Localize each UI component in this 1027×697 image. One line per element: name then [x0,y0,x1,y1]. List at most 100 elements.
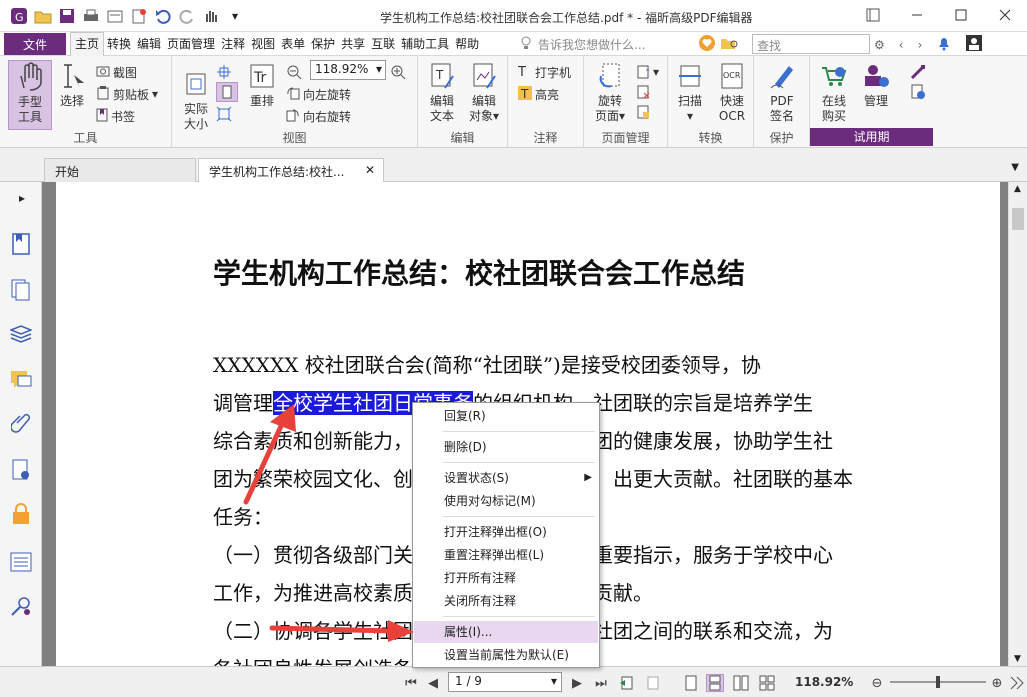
reflow-button[interactable]: Tr 重排 [240,60,284,109]
continuous-facing-view-icon[interactable] [758,674,776,692]
fit-page-icon-button[interactable] [216,62,232,82]
tab-protect[interactable]: 保护 [308,32,338,56]
open-icon[interactable] [32,6,54,26]
fit-width-button[interactable] [216,82,238,102]
next-view-icon[interactable] [644,674,662,692]
page-number-input[interactable]: 1 / 9 ▾ [448,672,562,692]
signatures-panel-icon[interactable] [9,458,33,482]
insert-page-button[interactable]: ▾ [636,62,659,82]
facing-view-icon[interactable] [732,674,750,692]
user-avatar-icon[interactable] [966,35,983,54]
attachments-panel-icon[interactable] [9,412,33,436]
notification-bell-icon[interactable] [936,35,952,54]
zoom-slider[interactable] [890,676,986,688]
quick-ocr-button[interactable]: OCR 快速 OCR [710,60,754,124]
hand-tool-button[interactable]: 手型 工具 [8,60,52,130]
tab-edit[interactable]: 编辑 [134,32,164,56]
menu-reply[interactable]: 回复(R) [414,405,598,427]
bookmark-panel-icon[interactable] [9,232,33,256]
rotate-right-button[interactable]: 向右旋转 [286,106,351,126]
zoom-input[interactable]: 118.92% ▾ [310,60,386,80]
panel-expand-icon[interactable]: ▸ [16,186,28,210]
actual-size-button[interactable]: 实际 大小 [174,68,218,132]
menu-delete[interactable]: 删除(D) [414,436,598,458]
nav-back-icon[interactable]: ‹ [899,38,904,52]
fit-visible-button[interactable] [216,104,232,124]
redo-icon[interactable] [176,6,198,26]
search-folder-icon[interactable] [720,35,740,54]
rotate-page-button[interactable]: 旋转 页面▾ [588,60,632,124]
nav-forward-icon[interactable]: › [918,38,923,52]
content-panel-icon[interactable] [9,550,33,574]
status-zoom-out-icon[interactable]: ⊖ [868,674,886,692]
prev-page-icon[interactable]: ◀ [424,674,442,692]
previous-view-icon[interactable] [618,674,636,692]
zoom-out-button[interactable] [286,62,302,82]
menu-checkmark[interactable]: 使用对勾标记(M) [414,490,598,512]
properties-icon[interactable] [104,6,126,26]
scan-button[interactable]: 扫描 ▾ [668,60,712,124]
hand-quick-icon[interactable] [200,6,222,26]
next-page-icon[interactable]: ▶ [568,674,586,692]
save-icon[interactable] [56,6,78,26]
single-page-view-icon[interactable] [682,674,700,692]
wand-icon-button[interactable] [910,62,926,82]
search-input[interactable]: 查找 [752,34,870,54]
menu-set-status[interactable]: 设置状态(S) ▶ [414,467,598,489]
tab-home[interactable]: 主页 [70,32,105,56]
menu-reset-popup[interactable]: 重置注释弹出框(L) [414,544,598,566]
scroll-thumb[interactable] [1012,208,1024,230]
bookmark-button[interactable]: 书签 [96,106,135,126]
heart-icon[interactable] [698,34,716,55]
file-menu[interactable]: 文件 [4,33,66,55]
scroll-up-icon[interactable]: ▲ [1014,184,1021,194]
comments-panel-icon[interactable] [9,368,33,392]
security-panel-icon[interactable] [9,502,33,526]
select-button[interactable]: 选择 [50,60,94,109]
menu-set-default[interactable]: 设置当前属性为默认(E) [414,644,598,666]
tab-convert[interactable]: 转换 [104,32,134,56]
typewriter-button[interactable]: T 打字机 [517,62,571,82]
new-icon[interactable] [128,6,150,26]
tab-form[interactable]: 表单 [278,32,308,56]
continuous-view-icon[interactable] [706,674,724,692]
restore-icon[interactable] [851,0,895,30]
settings-gear-icon[interactable]: ⚙ [874,38,885,52]
tab-list-dropdown-icon[interactable]: ▼ [1011,162,1019,173]
clipboard-button[interactable]: 剪贴板 ▾ [96,84,158,104]
tab-close-icon[interactable]: ✕ [365,163,375,177]
minimize-icon[interactable] [895,0,939,30]
first-page-icon[interactable]: ⏮ [402,674,420,692]
search-user-panel-icon[interactable] [9,594,33,618]
expand-status-icon[interactable] [1008,674,1026,692]
tab-share[interactable]: 共享 [338,32,368,56]
undo-icon[interactable] [152,6,174,26]
manage-button[interactable]: 管理 [854,60,898,109]
delete-page-button[interactable] [636,82,650,102]
pdf-sign-button[interactable]: PDF 签名 [760,60,804,124]
tab-connect[interactable]: 互联 [368,32,398,56]
menu-close-all-comments[interactable]: 关闭所有注释 [414,590,598,612]
status-zoom-in-icon[interactable]: ⊕ [988,674,1006,692]
close-icon[interactable] [983,0,1027,30]
layers-panel-icon[interactable] [9,322,33,346]
tell-me-box[interactable]: 告诉我您想做什么... [520,36,645,53]
zoom-slider-knob[interactable] [936,676,940,688]
zoom-in-button[interactable] [390,62,406,82]
rotate-left-button[interactable]: 向左旋转 [286,84,351,104]
scroll-down-icon[interactable]: ▼ [1014,654,1021,664]
menu-properties[interactable]: 属性(I)... [414,621,598,643]
tab-accessibility[interactable]: 辅助工具 [398,32,452,56]
buy-online-button[interactable]: 在线 购买 [812,60,856,124]
snapshot-button[interactable]: 截图 [96,62,137,82]
print-icon[interactable] [80,6,102,26]
tab-start[interactable]: 开始 [44,158,196,182]
edit-object-button[interactable]: 编辑 对象▾ [462,60,506,124]
tab-document[interactable]: 学生机构工作总结:校社... ✕ [198,158,384,182]
highlight-button[interactable]: T 高亮 [518,84,559,104]
edit-text-button[interactable]: T 编辑 文本 [420,60,464,124]
customize-dropdown-icon[interactable]: ▾ [224,6,246,26]
vertical-scrollbar[interactable]: ▲ ▼ [1008,182,1027,666]
menu-open-all-comments[interactable]: 打开所有注释 [414,567,598,589]
tab-comment[interactable]: 注释 [218,32,248,56]
